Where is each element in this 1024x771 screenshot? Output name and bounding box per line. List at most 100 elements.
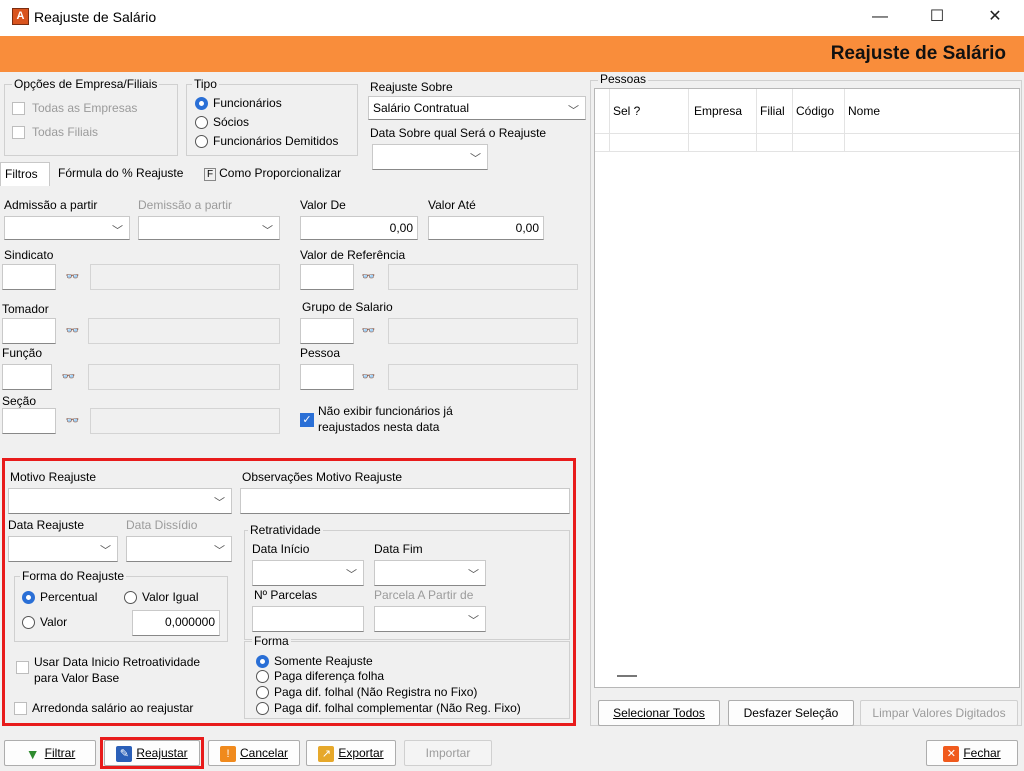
data-dissidio-date[interactable]: ﹀: [126, 536, 232, 562]
nao-exibir-label: Não exibir funcionários já reajustados ne…: [318, 404, 453, 434]
valor-igual-radio[interactable]: [124, 591, 137, 604]
valor-ate-input[interactable]: 0,00: [428, 216, 544, 240]
percentual-radio[interactable]: [22, 591, 35, 604]
valor-ate-label: Valor Até: [428, 198, 476, 212]
percentual-label: Percentual: [40, 590, 98, 604]
binoculars-search-icon[interactable]: 👓: [360, 324, 377, 338]
nao-exibir-checkbox[interactable]: [300, 413, 314, 427]
importar-button[interactable]: Importar: [404, 740, 492, 766]
data-reajuste-label: Data Reajuste: [8, 518, 85, 532]
reajustar-button[interactable]: ✎ Reajustar: [104, 740, 200, 766]
limpar-valores-button[interactable]: Limpar Valores Digitados: [860, 700, 1018, 726]
column-header-filial[interactable]: Filial: [760, 89, 785, 133]
empresa-filiais-legend: Opções de Empresa/Filiais: [12, 77, 160, 91]
reajuste-sobre-select[interactable]: Salário Contratual ﹀: [368, 96, 586, 120]
data-reajuste-date[interactable]: ﹀: [8, 536, 118, 562]
observacoes-input[interactable]: [240, 488, 570, 514]
usar-data-label: Usar Data Inicio Retroatividade para Valo…: [34, 655, 201, 685]
admissao-date[interactable]: ﹀: [4, 216, 130, 240]
tab-formula[interactable]: Fórmula do % Reajuste: [54, 162, 200, 186]
data-fim-date[interactable]: ﹀: [374, 560, 486, 586]
somente-reajuste-radio[interactable]: [256, 655, 269, 668]
chevron-down-icon: ﹀: [346, 569, 357, 581]
parcelas-input[interactable]: [252, 606, 364, 632]
pessoas-grid[interactable]: Sel ? Empresa Filial Código Nome: [594, 88, 1020, 688]
demissao-date[interactable]: ﹀: [138, 216, 280, 240]
export-icon: ↗: [318, 745, 335, 762]
binoculars-search-icon[interactable]: 👓: [64, 414, 81, 428]
todas-empresas-checkbox[interactable]: [12, 102, 25, 115]
filtrar-button[interactable]: ▼ Filtrar: [4, 740, 96, 766]
funcao-label: Função: [2, 346, 43, 360]
valor-label: Valor: [40, 615, 68, 629]
paga-dif-complementar-radio[interactable]: [256, 702, 269, 715]
forma-legend: Forma: [252, 634, 291, 648]
grid-empty-row[interactable]: [595, 151, 1019, 152]
binoculars-search-icon[interactable]: 👓: [360, 370, 377, 384]
grid-column-divider: [688, 89, 689, 151]
usar-data-checkbox[interactable]: [16, 661, 29, 674]
exportar-button[interactable]: ↗ Exportar: [306, 740, 396, 766]
funcao-code-input[interactable]: [2, 364, 52, 390]
data-inicio-date[interactable]: ﹀: [252, 560, 364, 586]
pessoa-code-input[interactable]: [300, 364, 354, 390]
data-fim-label: Data Fim: [374, 542, 423, 556]
secao-code-input[interactable]: [2, 408, 56, 434]
valor-referencia-description: [388, 264, 578, 290]
parcela-partir-label: Parcela A Partir de: [374, 588, 474, 602]
column-header-codigo[interactable]: Código: [796, 89, 834, 133]
chevron-down-icon: ﹀: [100, 545, 111, 557]
todas-filiais-label: Todas Filiais: [32, 125, 99, 139]
data-reajuste-sobre-select[interactable]: ﹀: [372, 144, 488, 170]
column-header-sel[interactable]: Sel ?: [613, 89, 640, 133]
valor-de-label: Valor De: [300, 198, 346, 212]
grid-scroll-handle[interactable]: [617, 675, 637, 677]
paga-dif-folhal-radio[interactable]: [256, 686, 269, 699]
maximize-button[interactable]: ☐: [914, 0, 960, 36]
cancelar-button[interactable]: ! Cancelar: [208, 740, 300, 766]
paga-diferenca-radio[interactable]: [256, 670, 269, 683]
valor-radio[interactable]: [22, 616, 35, 629]
arredonda-checkbox[interactable]: [14, 702, 27, 715]
secao-description: [90, 408, 280, 434]
arredonda-label: Arredonda salário ao reajustar: [32, 701, 194, 715]
tipo-demitidos-radio[interactable]: [195, 135, 208, 148]
pessoas-legend: Pessoas: [598, 72, 649, 86]
selecionar-todos-button[interactable]: Selecionar Todos: [598, 700, 720, 726]
grid-header-divider: [595, 133, 1019, 134]
sindicato-code-input[interactable]: [2, 264, 56, 290]
tipo-socios-radio[interactable]: [195, 116, 208, 129]
tab-proporcionalizar[interactable]: F Como Proporcionalizar: [200, 162, 360, 186]
grupo-salario-code-input[interactable]: [300, 318, 354, 344]
admissao-label: Admissão a partir: [4, 198, 98, 212]
minimize-button[interactable]: —: [857, 0, 903, 36]
binoculars-search-icon[interactable]: 👓: [360, 270, 377, 284]
demissao-label: Demissão a partir: [138, 198, 233, 212]
empresa-filiais-group: [4, 84, 178, 156]
column-header-nome[interactable]: Nome: [848, 89, 880, 133]
parcela-partir-select[interactable]: ﹀: [374, 606, 486, 632]
data-dissidio-label: Data Dissídio: [126, 518, 198, 532]
data-reajuste-sobre-label: Data Sobre qual Será o Reajuste: [370, 126, 547, 140]
desfazer-selecao-button[interactable]: Desfazer Seleção: [728, 700, 854, 726]
fechar-button[interactable]: ✕ Fechar: [926, 740, 1018, 766]
motivo-reajuste-select[interactable]: ﹀: [8, 488, 232, 514]
tipo-funcionarios-radio[interactable]: [195, 97, 208, 110]
binoculars-search-icon[interactable]: 👓: [64, 270, 81, 284]
chevron-down-icon: ﹀: [468, 569, 479, 581]
binoculars-search-icon[interactable]: 👓: [60, 370, 77, 384]
grid-column-divider: [609, 89, 610, 151]
valor-de-input[interactable]: 0,00: [300, 216, 418, 240]
tab-filtros[interactable]: Filtros: [0, 162, 50, 186]
valor-referencia-code-input[interactable]: [300, 264, 354, 290]
binoculars-search-icon[interactable]: 👓: [64, 324, 81, 338]
warning-icon: !: [219, 745, 236, 762]
todas-filiais-checkbox[interactable]: [12, 126, 25, 139]
reajuste-sobre-label: Reajuste Sobre: [370, 80, 453, 94]
close-window-button[interactable]: ✕: [972, 0, 1018, 36]
tomador-code-input[interactable]: [2, 318, 56, 344]
data-inicio-label: Data Início: [252, 542, 310, 556]
column-header-empresa[interactable]: Empresa: [694, 89, 742, 133]
valor-reajuste-input[interactable]: 0,000000: [132, 610, 220, 636]
banner-title: Reajuste de Salário: [830, 43, 1006, 64]
